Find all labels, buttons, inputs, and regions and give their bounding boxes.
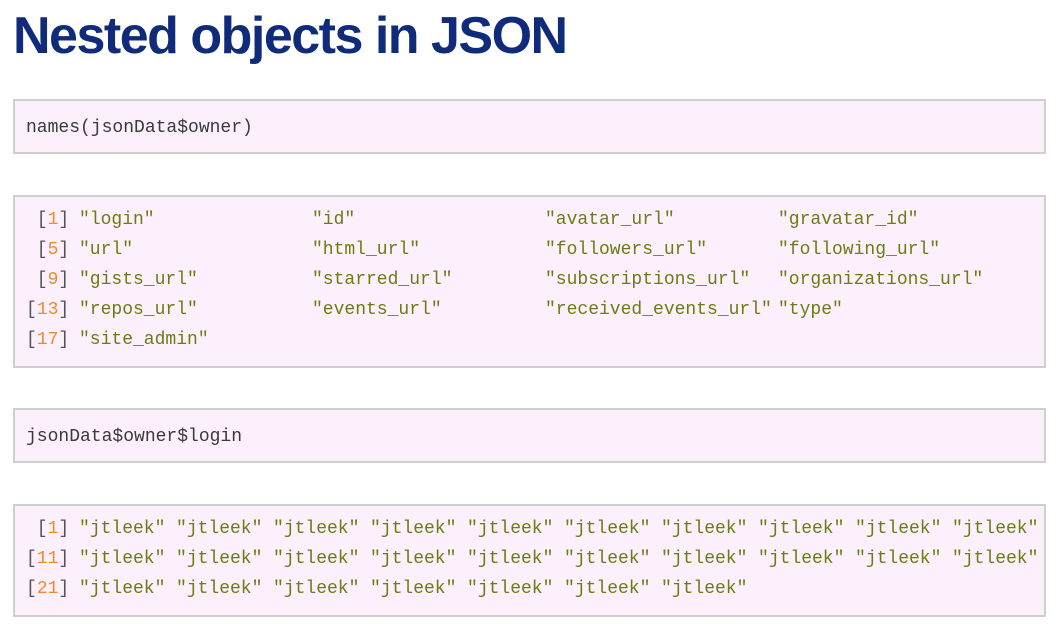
output-value: "jtleek" (176, 579, 263, 599)
output-block-login: [1] "jtleek" "jtleek" "jtleek" "jtleek" "jtle… (13, 504, 1046, 617)
output-row: [9] "gists_url" "starred_url" "subscription… (15, 265, 1044, 295)
slide-title: Nested objects in JSON (13, 7, 568, 65)
output-value: "gravatar_id" (778, 210, 919, 230)
row-index-number: 17 (36, 330, 59, 350)
output-value: "jtleek" (370, 519, 457, 539)
output-value: "jtleek" (855, 519, 942, 539)
output-value: "jtleek" (273, 549, 360, 569)
output-value: "jtleek" (273, 519, 360, 539)
output-value: "jtleek" (758, 519, 845, 539)
output-value: "jtleek" (855, 549, 942, 569)
output-row: [1] "login" "id" "avatar_url" "gravatar_id" (15, 205, 1044, 235)
row-index-number: 13 (36, 300, 59, 320)
row-index-number: 11 (36, 549, 59, 569)
output-value: "jtleek" (661, 519, 748, 539)
row-index: [1] (36, 210, 70, 230)
output-value: "login" (79, 210, 155, 230)
output-value: "jtleek" (79, 579, 166, 599)
output-value: "html_url" (312, 240, 421, 260)
output-value: "type" (778, 300, 843, 320)
row-index: [11] (26, 549, 70, 569)
output-value: "jtleek" (370, 579, 457, 599)
output-value: "jtleek" (79, 549, 166, 569)
output-value: "jtleek" (564, 549, 651, 569)
output-value: "jtleek" (79, 519, 166, 539)
row-index: [13] (26, 300, 70, 320)
output-value: "events_url" (312, 300, 442, 320)
code-text: jsonData$owner$login (26, 427, 243, 447)
output-row: [17] "site_admin" (15, 325, 1044, 355)
output-row: [1] "jtleek" "jtleek" "jtleek" "jtleek" "jtle… (15, 514, 1044, 544)
output-value: "repos_url" (79, 300, 198, 320)
row-index: [21] (26, 579, 70, 599)
row-index: [1] (36, 519, 70, 539)
row-index-number: 5 (47, 240, 59, 260)
output-row: [21] "jtleek" "jtleek" "jtleek" "jtleek" "jtl… (15, 574, 1044, 604)
output-value: "jtleek" (370, 549, 457, 569)
output-value: "organizations_url" (778, 270, 984, 290)
output-value: "jtleek" (952, 549, 1039, 569)
output-value: "url" (79, 240, 134, 260)
output-value: "jtleek" (661, 579, 748, 599)
row-index-number: 1 (47, 210, 59, 230)
output-block-names: [1] "login" "id" "avatar_url" "gravatar_id"[… (13, 195, 1046, 368)
code-block-login: jsonData$owner$login (13, 408, 1046, 463)
row-index-number: 1 (47, 519, 59, 539)
output-row: [13] "repos_url" "events_url" "received_eve… (15, 295, 1044, 325)
row-index-number: 9 (47, 270, 59, 290)
output-value: "received_events_url" (545, 300, 772, 320)
output-value: "avatar_url" (545, 210, 675, 230)
output-value: "subscriptions_url" (545, 270, 751, 290)
output-value: "starred_url" (312, 270, 453, 290)
output-value: "jtleek" (564, 519, 651, 539)
output-value: "jtleek" (952, 519, 1039, 539)
row-index: [5] (36, 240, 70, 260)
output-value: "jtleek" (467, 519, 554, 539)
output-value: "id" (312, 210, 356, 230)
code-text: names(jsonData$owner) (26, 118, 253, 138)
output-value: "jtleek" (564, 579, 651, 599)
output-value: "site_admin" (79, 330, 209, 350)
output-value: "gists_url" (79, 270, 198, 290)
output-value: "jtleek" (467, 579, 554, 599)
row-index: [17] (26, 330, 70, 350)
output-value: "jtleek" (661, 549, 748, 569)
output-value: "jtleek" (176, 549, 263, 569)
output-row: [5] "url" "html_url" "followers_url" "follow… (15, 235, 1044, 265)
output-value: "jtleek" (758, 549, 845, 569)
output-value: "jtleek" (273, 579, 360, 599)
row-index: [9] (36, 270, 70, 290)
output-value: "jtleek" (176, 519, 263, 539)
output-row: [11] "jtleek" "jtleek" "jtleek" "jtleek" "jtl… (15, 544, 1044, 574)
output-value: "jtleek" (467, 549, 554, 569)
code-block-names: names(jsonData$owner) (13, 99, 1046, 154)
output-value: "followers_url" (545, 240, 708, 260)
output-value: "following_url" (778, 240, 941, 260)
row-index-number: 21 (36, 579, 59, 599)
